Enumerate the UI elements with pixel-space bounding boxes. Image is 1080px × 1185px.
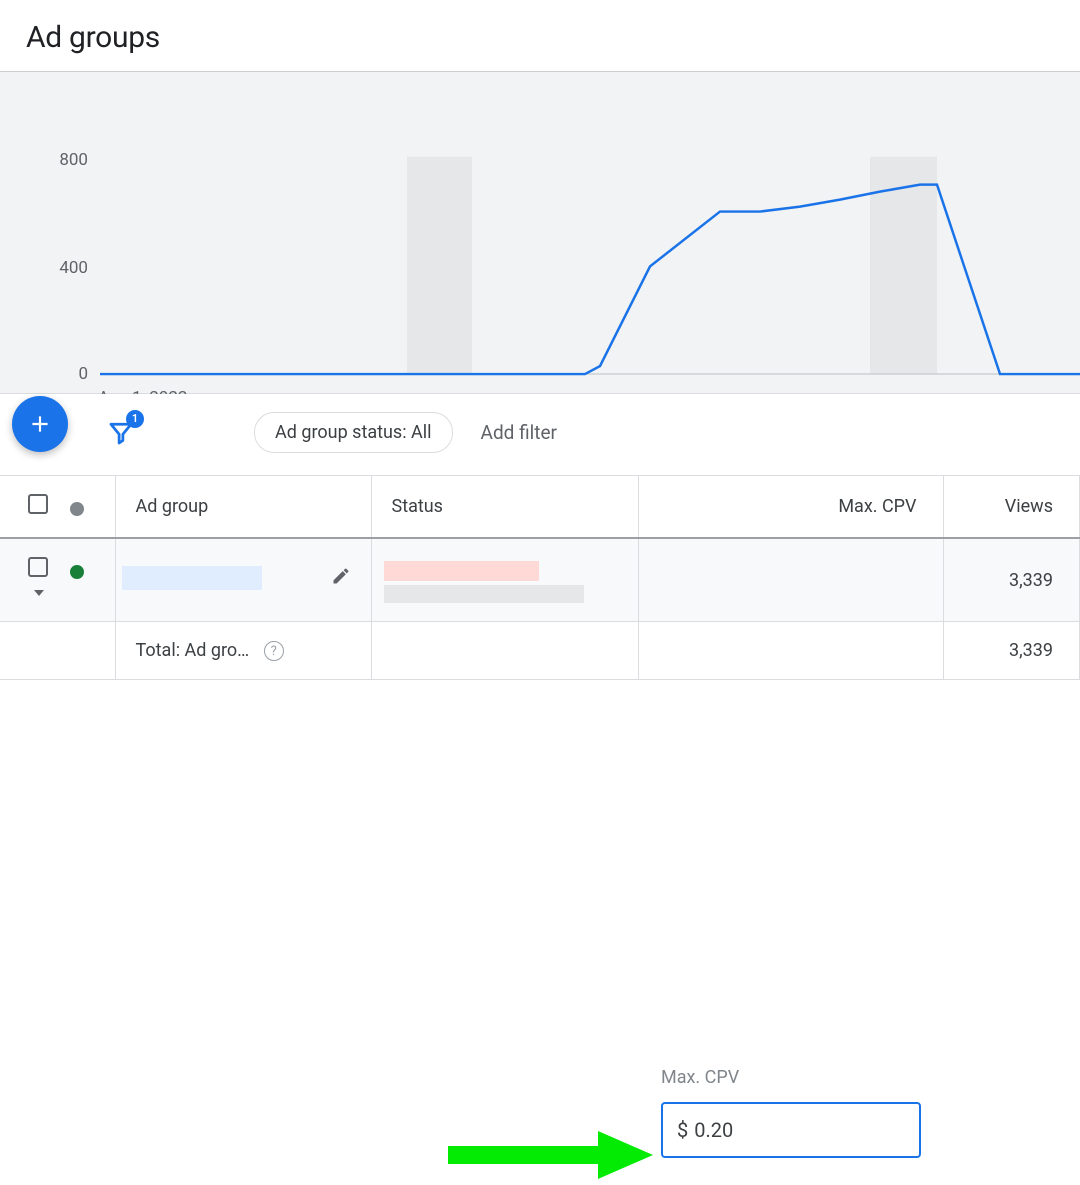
plus-icon (27, 411, 53, 437)
ad-group-name-redacted[interactable] (122, 566, 262, 590)
status-dot-header-icon (70, 502, 84, 516)
filter-count-badge: 1 (126, 410, 144, 428)
col-header-max-cpv[interactable]: Max. CPV (638, 476, 943, 539)
col-header-views[interactable]: Views (943, 476, 1080, 539)
performance-chart: 800 400 0 Aug 1, 2022 (0, 72, 1080, 394)
cell-views: 3,339 (943, 538, 1080, 622)
filter-chip-status[interactable]: Ad group status: All (254, 412, 453, 453)
table-total-row: Total: Ad gro… ? 3,339 (0, 622, 1080, 680)
table-row[interactable]: 3,339 (0, 538, 1080, 622)
page-title: Ad groups (26, 20, 1054, 55)
col-header-ad-group[interactable]: Ad group (115, 476, 371, 539)
table-header-row: Ad group Status Max. CPV Views (0, 476, 1080, 539)
cell-max-cpv[interactable] (638, 538, 943, 622)
filter-funnel-button[interactable]: 1 (104, 416, 138, 450)
status-detail-redacted (384, 585, 584, 603)
filter-bar: 1 Ad group status: All Add filter (0, 394, 1080, 475)
total-views: 3,339 (943, 622, 1080, 680)
add-filter-link[interactable]: Add filter (481, 421, 557, 444)
help-icon[interactable]: ? (264, 641, 284, 661)
max-cpv-input[interactable]: $ 0.20 (661, 1102, 921, 1158)
currency-symbol: $ (677, 1118, 688, 1142)
total-label: Total: Ad gro… (136, 640, 250, 661)
chart-svg (0, 72, 1080, 393)
edit-ad-group-icon[interactable] (331, 566, 351, 591)
status-dropdown-icon[interactable] (34, 590, 44, 596)
max-cpv-value: 0.20 (694, 1118, 733, 1142)
ad-groups-table: Ad group Status Max. CPV Views (0, 475, 1080, 680)
annotation-arrow-icon (438, 1125, 658, 1185)
status-dot-enabled-icon (70, 565, 84, 579)
status-value-redacted (384, 561, 539, 581)
row-checkbox[interactable] (28, 557, 48, 577)
col-header-status[interactable]: Status (371, 476, 638, 539)
max-cpv-editor-popup: Max. CPV $ 0.20 (639, 1051, 946, 1182)
max-cpv-popup-label: Max. CPV (661, 1067, 924, 1088)
page-header: Ad groups (0, 0, 1080, 72)
select-all-checkbox[interactable] (28, 494, 48, 514)
add-ad-group-button[interactable] (12, 396, 68, 452)
